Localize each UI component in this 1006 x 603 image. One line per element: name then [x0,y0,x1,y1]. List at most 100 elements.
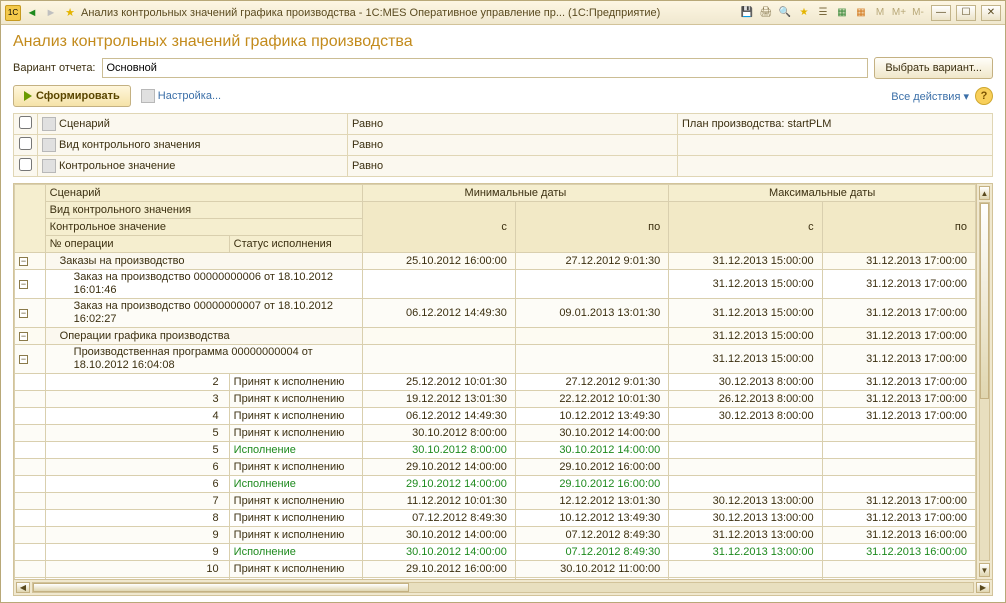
tree-toggle[interactable]: − [19,280,28,289]
operation-row[interactable]: 4Принят к исполнению 06.12.2012 14:49:30… [15,408,976,425]
page-title: Анализ контрольных значений графика прои… [13,33,993,51]
preview-icon[interactable]: 🔍 [777,5,793,21]
filter-name: Сценарий [59,118,110,130]
save-icon[interactable]: 💾 [739,5,755,21]
row-gutter [15,476,46,493]
vscroll-track[interactable] [979,202,990,561]
forward-icon[interactable]: ► [43,5,59,21]
operation-row[interactable]: 9Принят к исполнению 30.10.2012 14:00:00… [15,527,976,544]
filter-op: Равно [348,135,678,156]
operation-row[interactable]: 2Принят к исполнению 25.12.2012 10:01:30… [15,374,976,391]
max-start [669,459,822,476]
min-start: 25.10.2012 16:00:00 [362,253,515,270]
max-end: 31.12.2013 16:00:00 [822,544,975,561]
vertical-scrollbar[interactable]: ▲ ▼ [976,184,992,579]
op-status: Принят к исполнению [229,391,362,408]
min-start: 30.10.2012 8:00:00 [362,425,515,442]
tree-toggle[interactable]: − [19,332,28,341]
min-end [515,328,668,345]
select-variant-button[interactable]: Выбрать вариант... [874,57,993,79]
scroll-right-button[interactable]: ▶ [976,582,990,593]
operation-row[interactable]: 8Принят к исполнению 07.12.2012 8:49:30 … [15,510,976,527]
variant-label: Вариант отчета: [13,62,96,74]
toolbar: Сформировать Настройка... Все действия ▾… [13,85,993,107]
operation-row[interactable]: 6Принят к исполнению 29.10.2012 14:00:00… [15,459,976,476]
close-button[interactable]: ✕ [981,5,1001,21]
filter-checkbox[interactable] [19,158,32,171]
max-start: 31.12.2013 15:00:00 [669,299,822,328]
all-actions-link[interactable]: Все действия ▾ [891,90,969,103]
data-row[interactable]: − Производственная программа 00000000004… [15,345,976,374]
group-row[interactable]: − Заказы на производство 25.10.2012 16:0… [15,253,976,270]
row-gutter [15,527,46,544]
tree-toggle[interactable]: − [19,355,28,364]
titlebar: 1C ◄ ► ★ Анализ контрольных значений гра… [1,1,1005,25]
doc-icon[interactable]: ☰ [815,5,831,21]
tree-toggle[interactable]: − [19,309,28,318]
tree-toggle[interactable]: − [19,257,28,266]
operation-row[interactable]: 5Принят к исполнению 30.10.2012 8:00:00 … [15,425,976,442]
operation-row[interactable]: 10Принят к исполнению 29.10.2012 16:00:0… [15,561,976,578]
operation-row[interactable]: 3Принят к исполнению 19.12.2012 13:01:30… [15,391,976,408]
mem-mplus-icon[interactable]: M+ [891,5,907,21]
variant-input[interactable] [102,58,869,78]
help-button[interactable]: ? [975,87,993,105]
max-start: 31.12.2013 15:00:00 [669,253,822,270]
row-gutter [15,374,46,391]
min-start [362,328,515,345]
min-end [515,345,668,374]
hscroll-thumb[interactable] [33,583,409,592]
mem-mminus-icon[interactable]: M- [910,5,926,21]
calendar-icon[interactable]: ▦ [853,5,869,21]
scroll-left-button[interactable]: ◀ [16,582,30,593]
min-end: 22.12.2012 10:01:30 [515,391,668,408]
row-gutter [15,544,46,561]
horizontal-scrollbar[interactable]: ◀ ▶ [14,579,992,595]
row-gutter: − [15,345,46,374]
calc-icon[interactable]: ▦ [834,5,850,21]
group-row[interactable]: − Операции графика производства 31.12.20… [15,328,976,345]
max-start [669,561,822,578]
star-icon[interactable]: ★ [62,5,78,21]
form-button[interactable]: Сформировать [13,85,131,107]
max-start: 30.12.2013 8:00:00 [669,408,822,425]
back-icon[interactable]: ◄ [24,5,40,21]
favorite-icon[interactable]: ★ [796,5,812,21]
max-start: 31.12.2013 13:00:00 [669,544,822,561]
max-end: 31.12.2013 17:00:00 [822,253,975,270]
row-label: Заказ на производство 00000000007 от 18.… [45,299,362,328]
operation-row[interactable]: 9Исполнение 30.10.2012 14:00:00 07.12.20… [15,544,976,561]
op-status: Исполнение [229,442,362,459]
filter-checkbox[interactable] [19,116,32,129]
row-gutter [15,391,46,408]
max-start: 26.12.2013 8:00:00 [669,391,822,408]
vscroll-thumb[interactable] [980,203,989,399]
mem-m-icon[interactable]: M [872,5,888,21]
min-start: 07.12.2012 8:49:30 [362,510,515,527]
maximize-button[interactable]: ☐ [956,5,976,21]
max-start: 31.12.2013 15:00:00 [669,270,822,299]
scroll-up-button[interactable]: ▲ [979,186,990,200]
max-end: 31.12.2013 17:00:00 [822,510,975,527]
operation-row[interactable]: 5Исполнение 30.10.2012 8:00:00 30.10.201… [15,442,976,459]
gutter-header [15,185,46,253]
minimize-button[interactable]: — [931,5,951,21]
op-no: 9 [45,527,229,544]
filter-checkbox[interactable] [19,137,32,150]
scroll-down-button[interactable]: ▼ [979,563,990,577]
max-start: 31.12.2013 15:00:00 [669,328,822,345]
row-label: Производственная программа 00000000004 о… [45,345,362,374]
min-end: 27.12.2012 9:01:30 [515,253,668,270]
hscroll-track[interactable] [32,582,974,593]
settings-link[interactable]: Настройка... [141,89,221,103]
window-title: Анализ контрольных значений графика прои… [81,7,739,19]
min-end: 29.10.2012 16:00:00 [515,476,668,493]
data-row[interactable]: − Заказ на производство 00000000007 от 1… [15,299,976,328]
operation-row[interactable]: 7Принят к исполнению 11.12.2012 10:01:30… [15,493,976,510]
min-start: 11.12.2012 10:01:30 [362,493,515,510]
op-status: Исполнение [229,476,362,493]
filter-icon [42,117,56,131]
data-row[interactable]: − Заказ на производство 00000000006 от 1… [15,270,976,299]
operation-row[interactable]: 6Исполнение 29.10.2012 14:00:00 29.10.20… [15,476,976,493]
print-icon[interactable]: 🖨 [758,5,774,21]
